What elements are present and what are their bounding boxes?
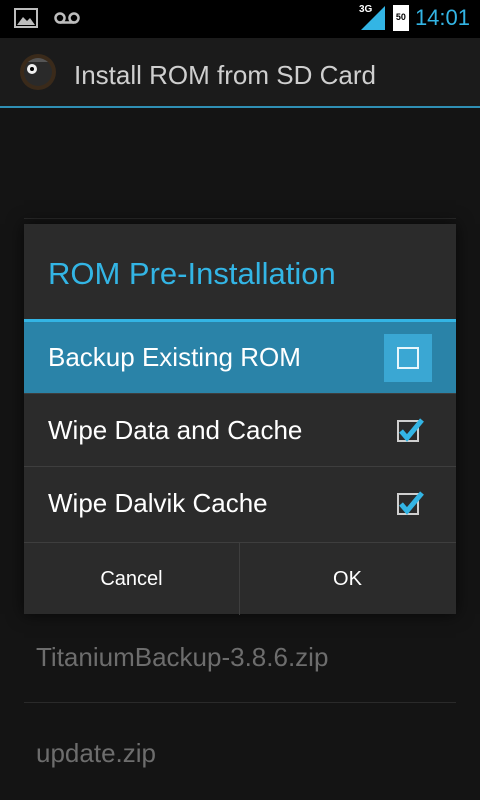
status-clock: 14:01 <box>414 5 470 30</box>
option-label: Wipe Data and Cache <box>48 415 303 445</box>
rom-preinstall-dialog: ROM Pre-Installation Backup Existing ROM… <box>24 224 456 615</box>
ok-button[interactable]: OK <box>240 543 455 615</box>
list-item[interactable]: update.zip <box>36 738 156 769</box>
option-wipe-dalvik-cache[interactable]: Wipe Dalvik Cache <box>24 468 456 540</box>
dialog-button-bar: Cancel OK <box>24 542 456 615</box>
gallery-icon <box>14 8 38 28</box>
option-label: Backup Existing ROM <box>48 342 301 372</box>
list-divider <box>24 702 456 703</box>
option-backup-existing-rom[interactable]: Backup Existing ROM <box>24 322 456 394</box>
row-divider <box>24 466 456 467</box>
voicemail-icon <box>54 12 80 24</box>
option-label: Wipe Dalvik Cache <box>48 488 268 518</box>
action-bar: Install ROM from SD Card <box>0 38 480 108</box>
list-item[interactable]: TitaniumBackup-3.8.6.zip <box>36 642 328 673</box>
wipe-dalvik-checkbox[interactable] <box>384 480 432 528</box>
option-wipe-data-cache[interactable]: Wipe Data and Cache <box>24 395 456 467</box>
battery-level: 50 <box>395 12 406 22</box>
checkmark-icon <box>399 418 424 442</box>
status-bar: 3G 50 14:01 <box>0 0 480 38</box>
battery-icon: 50 <box>392 5 409 31</box>
checkmark-icon <box>399 491 424 515</box>
clockwork-app-icon[interactable] <box>18 52 58 92</box>
signal-icon: 3G <box>359 4 387 32</box>
row-divider <box>24 393 456 394</box>
list-divider <box>24 218 456 219</box>
checkbox-unchecked-icon <box>397 347 419 369</box>
dialog-title: ROM Pre-Installation <box>48 256 336 291</box>
wipe-data-checkbox[interactable] <box>384 407 432 455</box>
action-bar-title: Install ROM from SD Card <box>74 60 376 90</box>
backup-checkbox[interactable] <box>384 334 432 382</box>
cancel-button[interactable]: Cancel <box>24 543 240 615</box>
